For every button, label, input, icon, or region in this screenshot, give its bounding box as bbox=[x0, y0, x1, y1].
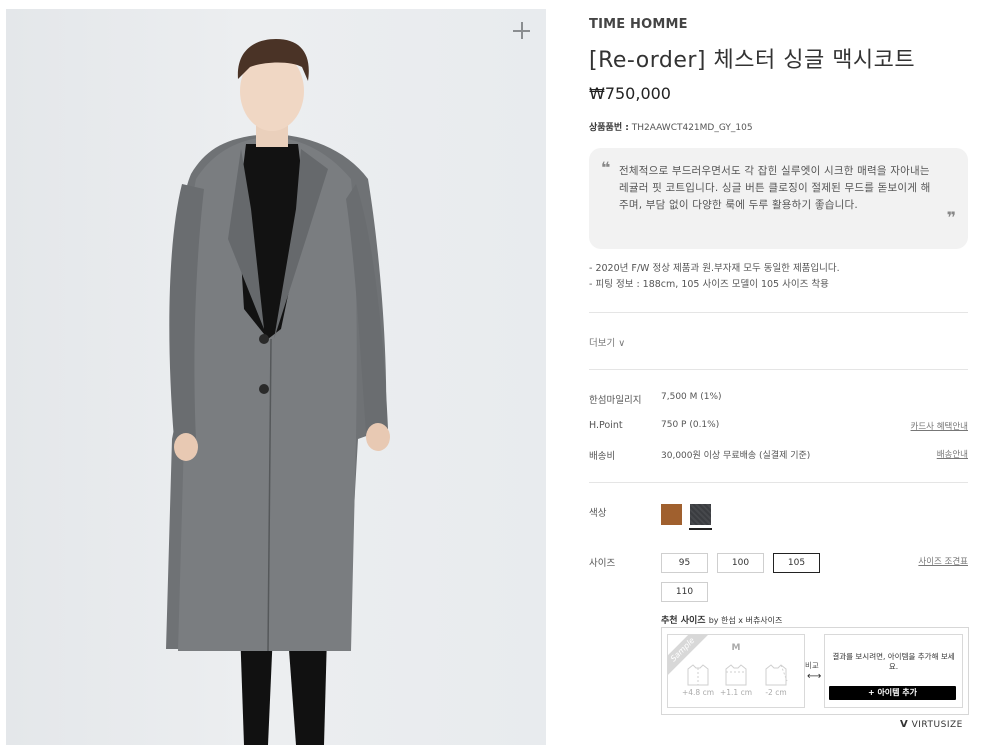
size-option-105[interactable]: 105 bbox=[773, 553, 820, 573]
mileage-row: 한섬마일리지 7,500 M (1%) bbox=[589, 392, 968, 406]
recommend-widget: Sample M +4.8 cm +1.1 cm -2 cm 비교 ⟷ 결과를 … bbox=[661, 627, 969, 715]
size-diff: +4.8 cm bbox=[681, 688, 715, 697]
add-item-message: 결과를 보시려면, 아이템을 추가해 보세요. bbox=[832, 652, 955, 671]
note-line: - 피팅 정보 : 188cm, 105 사이즈 모델이 105 사이즈 착용 bbox=[589, 279, 829, 290]
open-quote-icon: ❝ bbox=[601, 158, 611, 177]
add-item-card: 결과를 보시려면, 아이템을 추가해 보세요. + 아이템 추가 bbox=[824, 634, 963, 708]
size-diff: +1.1 cm bbox=[719, 688, 753, 697]
virtusize-logo[interactable]: V VIRTUSIZE bbox=[900, 719, 963, 730]
description-text: 전체적으로 부드러우면서도 각 잡힌 실루엣이 시크한 매력을 자아내는 레귤러… bbox=[619, 165, 931, 211]
color-label: 색상 bbox=[589, 508, 607, 519]
hpoint-row: H.Point 750 P (0.1%) 카드사 혜택안내 bbox=[589, 420, 968, 434]
sku-label: 상품품번 : bbox=[589, 123, 629, 133]
shirt-outline-icon bbox=[687, 664, 709, 686]
shipping-info-link[interactable]: 배송안내 bbox=[937, 448, 968, 460]
product-title: [Re-order] 체스터 싱글 맥시코트 bbox=[589, 48, 916, 73]
card-benefit-link[interactable]: 카드사 혜택안내 bbox=[911, 420, 968, 432]
virtusize-text: VIRTUSIZE bbox=[911, 720, 963, 730]
virtusize-v-icon: V bbox=[900, 719, 909, 730]
color-swatch-grey[interactable] bbox=[689, 504, 712, 530]
compare-arrow-icon: ⟷ bbox=[807, 671, 822, 682]
size-option-110[interactable]: 110 bbox=[661, 582, 708, 602]
sample-size: M bbox=[731, 643, 741, 653]
mileage-label: 한섬마일리지 bbox=[589, 395, 642, 406]
shirt-outline-icon bbox=[725, 664, 747, 686]
product-price: ₩750,000 bbox=[589, 84, 671, 103]
color-row: 색상 bbox=[589, 505, 968, 519]
size-chart-link[interactable]: 사이즈 조견표 bbox=[918, 555, 968, 567]
more-toggle[interactable]: 더보기 ∨ bbox=[589, 335, 625, 349]
divider bbox=[589, 482, 968, 483]
compare-label: 비교 bbox=[805, 661, 819, 670]
sku-value: TH2AAWCT421MD_GY_105 bbox=[631, 123, 753, 133]
size-label: 사이즈 bbox=[589, 558, 616, 569]
product-sku: 상품품번 : TH2AAWCT421MD_GY_105 bbox=[589, 120, 753, 133]
sample-card: Sample M +4.8 cm +1.1 cm -2 cm bbox=[667, 634, 805, 708]
model-photo bbox=[166, 39, 390, 745]
hpoint-label: H.Point bbox=[589, 420, 623, 431]
recommend-by-text: by 한섬 x 버츄사이즈 bbox=[708, 616, 783, 625]
product-image[interactable] bbox=[6, 9, 546, 745]
recommend-size-title: 추천 사이즈 by 한섬 x 버츄사이즈 bbox=[661, 613, 782, 626]
shirt-outline-icon bbox=[765, 664, 788, 686]
zoom-plus-icon[interactable] bbox=[512, 21, 532, 41]
hpoint-value: 750 P (0.1%) bbox=[661, 420, 720, 430]
close-quote-icon: ❞ bbox=[946, 208, 956, 227]
shipping-label: 배송비 bbox=[589, 451, 616, 462]
mileage-value: 7,500 M (1%) bbox=[661, 392, 722, 402]
shipping-row: 배송비 30,000원 이상 무료배송 (실결제 기준) 배송안내 bbox=[589, 448, 968, 462]
brand-name[interactable]: TIME HOMME bbox=[589, 17, 688, 32]
note-line: - 2020년 F/W 정상 제품과 원.부자재 모두 동일한 제품입니다. bbox=[589, 263, 840, 274]
product-notes: - 2020년 F/W 정상 제품과 원.부자재 모두 동일한 제품입니다. -… bbox=[589, 261, 840, 293]
description-box: ❝ 전체적으로 부드러우면서도 각 잡힌 실루엣이 시크한 매력을 자아내는 레… bbox=[589, 148, 968, 249]
divider bbox=[589, 312, 968, 313]
recommend-title-text: 추천 사이즈 bbox=[661, 616, 706, 626]
divider bbox=[589, 369, 968, 370]
size-option-100[interactable]: 100 bbox=[717, 553, 764, 573]
shipping-value: 30,000원 이상 무료배송 (실결제 기준) bbox=[661, 451, 811, 461]
size-diff: -2 cm bbox=[765, 688, 787, 697]
add-item-button[interactable]: + 아이템 추가 bbox=[829, 686, 956, 700]
color-swatch-brown[interactable] bbox=[661, 504, 682, 525]
size-option-95[interactable]: 95 bbox=[661, 553, 708, 573]
